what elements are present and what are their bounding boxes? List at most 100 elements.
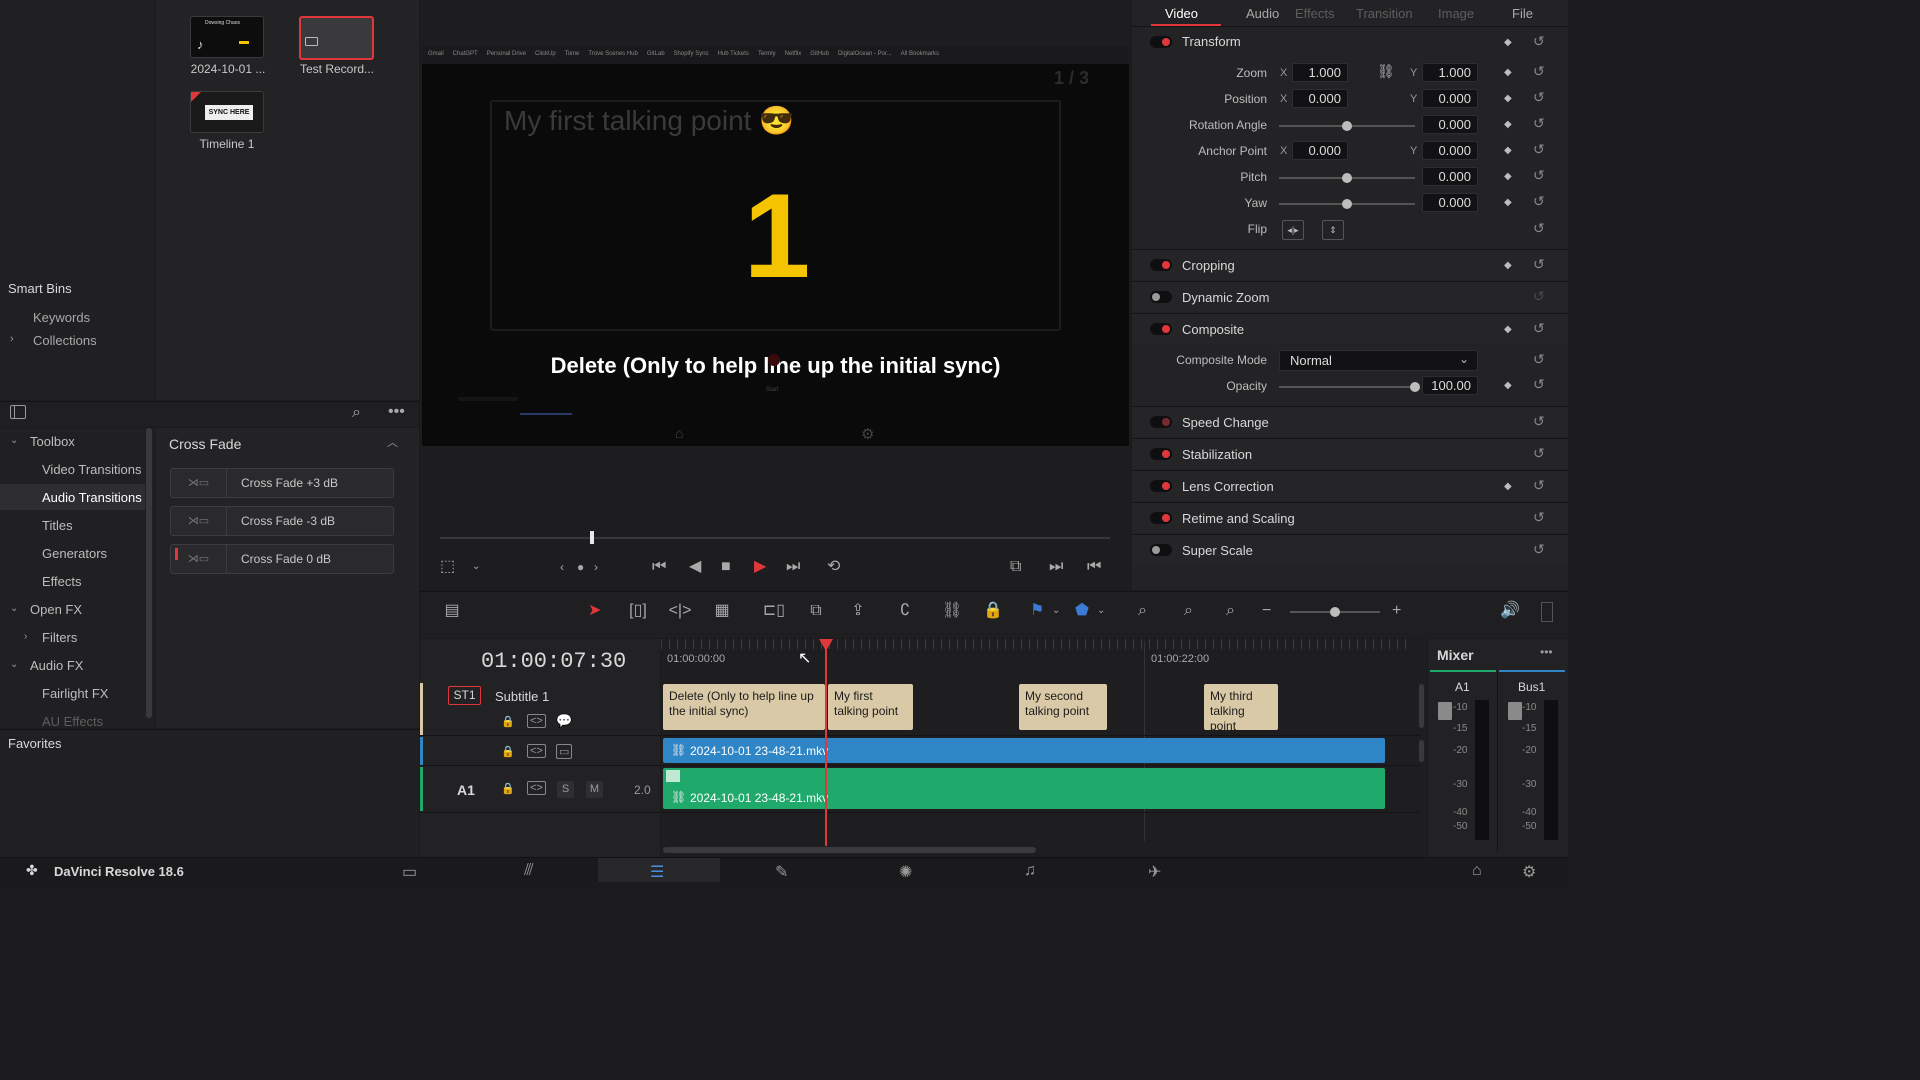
inspector-section[interactable]: Retime and Scaling ↺: [1132, 502, 1568, 533]
keyframe-icon[interactable]: ◆: [1504, 380, 1512, 391]
overwrite-clip-icon[interactable]: ⧉: [802, 601, 830, 621]
subtitle-clip[interactable]: My first talking point: [828, 684, 913, 730]
mute-button[interactable]: M: [586, 781, 603, 798]
pitch-field[interactable]: 0.000: [1422, 167, 1478, 186]
edit-page-icon[interactable]: ☰: [650, 862, 664, 882]
inspector-section[interactable]: Cropping ↺ ◆: [1132, 249, 1568, 280]
section-toggle[interactable]: [1150, 259, 1172, 271]
reset-icon[interactable]: ↺: [1533, 220, 1545, 237]
a1-fader[interactable]: [1438, 702, 1452, 720]
position-x-field[interactable]: 0.000: [1292, 89, 1348, 108]
inspector-section[interactable]: Super Scale ↺: [1132, 534, 1568, 565]
smart-bin-collections[interactable]: Collections: [33, 333, 97, 348]
prev-edit-icon[interactable]: ⏮: [1087, 557, 1101, 577]
meter-toggle-icon[interactable]: [1541, 602, 1553, 622]
opacity-slider-knob[interactable]: [1410, 382, 1420, 392]
subtitle-clip[interactable]: My third talking point: [1204, 684, 1278, 730]
reset-icon[interactable]: ↺: [1533, 477, 1545, 494]
playhead-line[interactable]: [825, 646, 827, 846]
timeline-view-options-icon[interactable]: ▤: [438, 601, 466, 621]
subtitle-track-name[interactable]: Subtitle 1: [495, 689, 549, 704]
dynamic-trim-icon[interactable]: <|>: [666, 601, 694, 621]
jog-prev-icon[interactable]: ‹: [560, 557, 564, 577]
inspector-tab[interactable]: Effects: [1295, 6, 1335, 21]
reset-icon[interactable]: ↺: [1533, 256, 1545, 273]
speaker-icon[interactable]: 🔊: [1500, 601, 1520, 621]
reset-icon[interactable]: ↺: [1533, 63, 1545, 80]
jog-next-icon[interactable]: ›: [594, 557, 598, 577]
stop-icon[interactable]: ■: [721, 557, 731, 577]
toolbox-item[interactable]: Fairlight FX: [42, 686, 108, 701]
cut-page-icon[interactable]: ⫻: [524, 862, 534, 880]
flip-vertical-icon[interactable]: ⇕: [1322, 220, 1344, 240]
home-icon[interactable]: ⌂: [1472, 862, 1482, 880]
collapse-icon[interactable]: ︿: [387, 434, 398, 450]
zoom-y-field[interactable]: 1.000: [1422, 63, 1478, 82]
reset-icon[interactable]: ↺: [1533, 509, 1545, 526]
toolbox-item[interactable]: Generators: [42, 546, 107, 561]
rotation-slider-knob[interactable]: [1342, 121, 1352, 131]
clip-thumbnail-test-recording[interactable]: [299, 16, 374, 60]
section-toggle[interactable]: [1150, 323, 1172, 335]
timeline-zoom-knob[interactable]: [1330, 607, 1340, 617]
first-frame-icon[interactable]: ⏮: [652, 557, 666, 577]
lock-icon[interactable]: 🔒: [501, 745, 515, 758]
inspector-section[interactable]: Lens Correction ↺ ◆: [1132, 470, 1568, 501]
toolbox-item[interactable]: Filters: [42, 630, 77, 645]
timecode-display[interactable]: 01:00:07:30: [481, 649, 626, 674]
subtitle-clip[interactable]: My second talking point: [1019, 684, 1107, 730]
reset-icon[interactable]: ↺: [1533, 351, 1545, 368]
yaw-field[interactable]: 0.000: [1422, 193, 1478, 212]
keyframe-icon[interactable]: ◆: [1504, 145, 1512, 156]
play-icon[interactable]: ▶: [754, 557, 766, 577]
solo-button[interactable]: S: [557, 781, 574, 798]
timeline-ruler[interactable]: [661, 639, 1413, 681]
flag-icon[interactable]: ⚑: [1030, 601, 1044, 621]
reset-icon[interactable]: ↺: [1533, 320, 1545, 337]
chevron-right-icon[interactable]: ›: [10, 333, 14, 345]
inspector-tab[interactable]: Video: [1165, 6, 1198, 21]
toolbox-item[interactable]: Video Transitions: [42, 462, 142, 477]
transition-cross-fade-plus3[interactable]: ⋊▭ Cross Fade +3 dB: [170, 468, 394, 498]
inspector-section[interactable]: Speed Change ↺: [1132, 406, 1568, 437]
reset-icon[interactable]: ↺: [1533, 89, 1545, 106]
reset-icon[interactable]: ↺: [1533, 141, 1545, 158]
gear-icon[interactable]: ⚙: [1522, 862, 1536, 882]
section-toggle[interactable]: [1150, 480, 1172, 492]
transform-toggle[interactable]: [1150, 36, 1172, 48]
toolbox-item[interactable]: Effects: [42, 574, 82, 589]
bus1-fader[interactable]: [1508, 702, 1522, 720]
toolbox-item[interactable]: Open FX: [30, 602, 82, 617]
chevron-down-icon[interactable]: ⌄: [10, 435, 18, 446]
reset-icon[interactable]: ↺: [1533, 541, 1545, 558]
section-toggle[interactable]: [1150, 291, 1172, 303]
position-y-field[interactable]: 0.000: [1422, 89, 1478, 108]
color-page-icon[interactable]: ✺: [899, 862, 912, 882]
playhead-handle[interactable]: [819, 639, 833, 651]
anchor-y-field[interactable]: 0.000: [1422, 141, 1478, 160]
snapping-icon[interactable]: ∁: [900, 601, 910, 621]
yaw-slider-knob[interactable]: [1342, 199, 1352, 209]
flip-horizontal-icon[interactable]: ◂|▸: [1282, 220, 1304, 240]
link-icon[interactable]: ⛓: [1377, 63, 1395, 80]
keyframe-icon[interactable]: ◆: [1504, 324, 1512, 335]
keyframe-icon[interactable]: ◆: [1504, 119, 1512, 130]
toolbox-item[interactable]: AU Effects: [42, 714, 103, 729]
panel-toggle-icon[interactable]: [10, 405, 26, 419]
reset-icon[interactable]: ↺: [1533, 115, 1545, 132]
viewer-scrubber-handle[interactable]: [590, 531, 594, 544]
inspector-section[interactable]: Stabilization ↺: [1132, 438, 1568, 469]
section-toggle[interactable]: [1150, 544, 1172, 556]
caption-icon[interactable]: 💬: [556, 713, 572, 729]
fairlight-page-icon[interactable]: ♫: [1024, 862, 1036, 880]
deliver-page-icon[interactable]: ✈: [1148, 862, 1161, 882]
viewer-crop-icon[interactable]: ⬚: [440, 557, 455, 577]
more-options-icon[interactable]: •••: [1540, 645, 1553, 659]
chevron-down-icon[interactable]: ⌄: [10, 603, 18, 614]
audio-track-id[interactable]: A1: [457, 782, 475, 798]
keyframe-icon[interactable]: ◆: [1504, 37, 1512, 48]
viewer-scrubber-track[interactable]: [440, 537, 1110, 539]
film-icon[interactable]: ▭: [556, 744, 573, 759]
lock-icon[interactable]: 🔒: [501, 782, 515, 795]
timeline-horizontal-scrollbar[interactable]: [663, 847, 1036, 853]
